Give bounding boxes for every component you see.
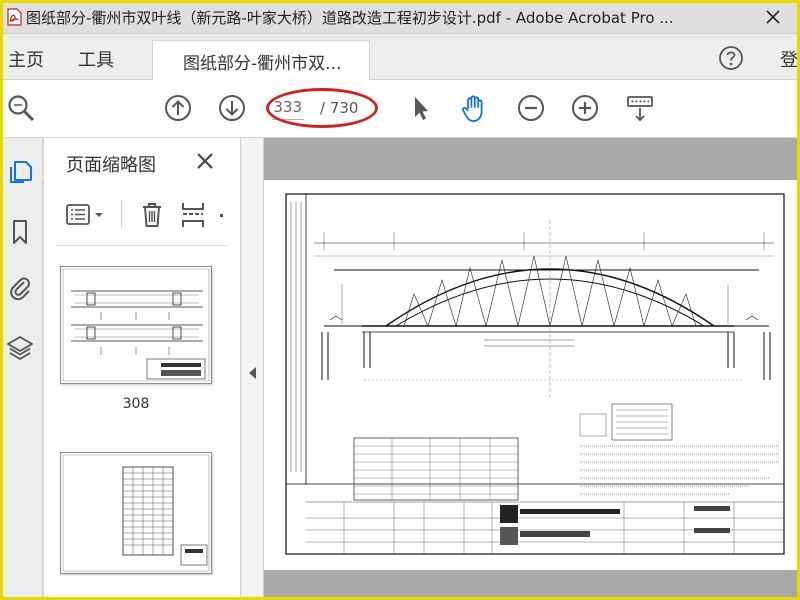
thumbnail-page[interactable]: [60, 452, 212, 574]
thumbnail-page[interactable]: [60, 266, 212, 384]
close-icon[interactable]: [762, 6, 784, 28]
toolbar-separator: [121, 200, 122, 228]
panel-collapse-strip[interactable]: [240, 138, 264, 600]
zoom-out-icon[interactable]: [516, 93, 546, 123]
help-icon[interactable]: [718, 45, 744, 71]
select-pointer-icon[interactable]: [406, 93, 436, 123]
prev-page-icon[interactable]: [163, 93, 193, 123]
acrobat-icon: [7, 8, 22, 26]
tools-tab[interactable]: 工具: [78, 46, 114, 72]
bookmark-icon[interactable]: [6, 218, 34, 246]
thumbnail-drawing: [62, 268, 210, 382]
panel-divider: [56, 245, 228, 246]
toolbar: / 730: [0, 80, 800, 138]
panel-title: 页面缩略图: [66, 155, 156, 176]
layers-icon[interactable]: [6, 334, 34, 362]
title-bar: 图纸部分-衢州市双叶线（新元路-叶家大桥）道路改造工程初步设计.pdf - Ad…: [0, 0, 800, 34]
menu-bar: 主页 工具 图纸部分-衢州市双... 登: [0, 34, 800, 80]
previous-page-gap: [264, 138, 800, 180]
hand-tool-icon[interactable]: [459, 93, 489, 123]
zoom-icon[interactable]: [6, 93, 36, 123]
document-view[interactable]: [264, 138, 800, 600]
window-title: 图纸部分-衢州市双叶线（新元路-叶家大桥）道路改造工程初步设计.pdf - Ad…: [26, 9, 674, 27]
thumbnail-page-number: 308: [122, 396, 150, 412]
home-tab[interactable]: 主页: [8, 46, 44, 72]
panel-toolbar: [44, 194, 240, 236]
collapse-panel-icon[interactable]: [247, 366, 259, 380]
zoom-in-icon[interactable]: [570, 93, 600, 123]
delete-page-icon[interactable]: [137, 200, 167, 230]
page-thumbnails-icon[interactable]: [6, 158, 34, 186]
engineering-drawing: [285, 193, 785, 555]
attachment-icon[interactable]: [6, 274, 34, 302]
more-tools-dot: [220, 214, 223, 217]
thumbnail-options-icon[interactable]: [64, 200, 110, 230]
thumbnail-drawing: [62, 454, 210, 572]
sidebar-rail: [0, 138, 43, 600]
close-icon[interactable]: [194, 150, 216, 172]
document-page: [264, 180, 800, 570]
thumbnails-panel: 页面缩略图 308: [44, 138, 277, 600]
keyboard-scroll-icon[interactable]: [625, 93, 655, 123]
next-page-gap: [264, 570, 800, 600]
sign-in-link[interactable]: 登: [780, 46, 798, 72]
highlight-annotation: [266, 88, 378, 128]
document-tab-label: 图纸部分-衢州市双...: [183, 54, 342, 74]
rail-active-pointer: [36, 168, 44, 186]
document-tab[interactable]: 图纸部分-衢州市双...: [152, 40, 370, 80]
insert-page-icon[interactable]: [180, 200, 206, 230]
next-page-icon[interactable]: [217, 93, 247, 123]
